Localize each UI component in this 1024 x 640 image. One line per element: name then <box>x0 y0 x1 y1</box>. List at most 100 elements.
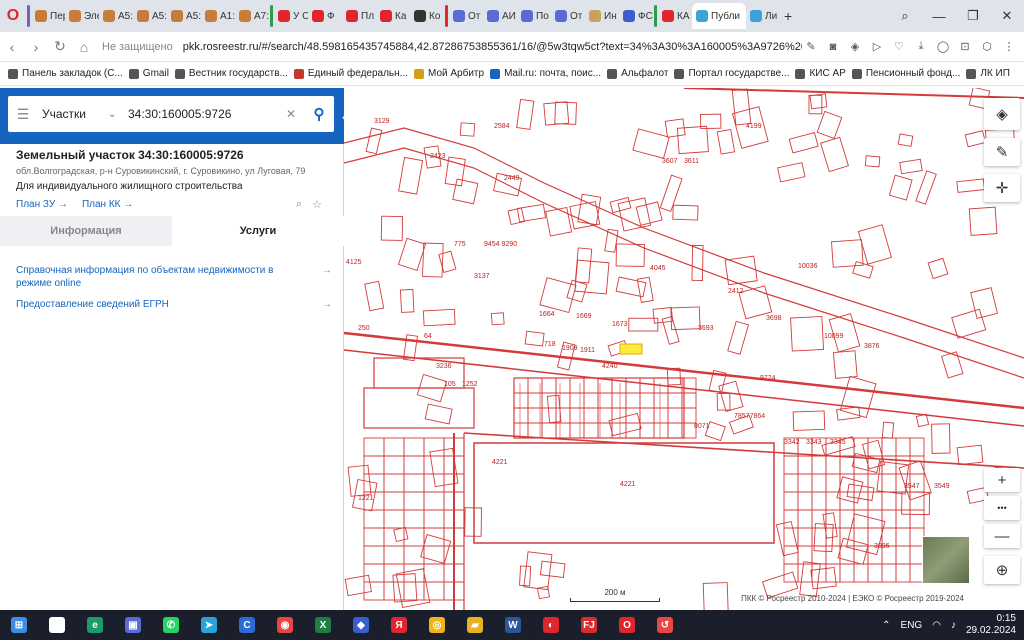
map-parcel[interactable] <box>797 509 813 529</box>
tab-services[interactable]: Услуги <box>172 216 344 246</box>
map-parcel[interactable] <box>625 392 641 409</box>
back-icon[interactable]: ‹ <box>0 39 24 55</box>
map-parcel[interactable] <box>583 422 599 439</box>
volume-icon[interactable]: ♪ <box>951 620 956 631</box>
map-parcel[interactable] <box>541 422 557 439</box>
map-parcel[interactable] <box>399 288 415 313</box>
map-parcel[interactable] <box>853 491 869 511</box>
map-parcel[interactable] <box>825 563 841 583</box>
map-parcel[interactable] <box>691 244 704 281</box>
map-parcel[interactable] <box>403 473 425 493</box>
bookmark-item[interactable]: Gmail <box>128 68 169 79</box>
map-parcel[interactable] <box>583 377 599 394</box>
map-parcel[interactable] <box>444 156 466 187</box>
bookmark-item[interactable]: Мой Арбитр <box>414 68 484 79</box>
map-parcel[interactable] <box>625 377 641 394</box>
map-parcel[interactable] <box>809 93 828 110</box>
map-parcel[interactable] <box>569 422 585 439</box>
map-parcel[interactable] <box>799 561 821 597</box>
zoom-out-button[interactable]: — <box>984 524 1020 548</box>
browser-tab[interactable]: Ко <box>410 3 444 29</box>
map-parcel[interactable] <box>881 473 897 493</box>
map-parcel[interactable] <box>836 476 864 504</box>
map-parcel[interactable] <box>727 320 750 355</box>
map-parcel[interactable] <box>423 455 445 475</box>
map-parcel[interactable] <box>797 563 813 583</box>
map-parcel[interactable] <box>831 239 864 268</box>
plan-zu-link[interactable]: План ЗУ → <box>16 199 68 210</box>
browser-tab[interactable]: АИ <box>483 3 517 29</box>
clock[interactable]: 0:15 29.02.2024 <box>966 613 1016 637</box>
map-parcel[interactable] <box>788 131 819 154</box>
map-parcel[interactable] <box>516 203 547 223</box>
map-parcel[interactable] <box>539 560 566 579</box>
map-parcel[interactable] <box>424 403 453 425</box>
map-parcel[interactable] <box>403 563 425 583</box>
map-parcel[interactable] <box>915 413 930 428</box>
map-parcel[interactable] <box>653 392 669 409</box>
map-parcel[interactable] <box>611 392 627 409</box>
forward-icon[interactable]: › <box>24 39 48 55</box>
map-parcel[interactable] <box>895 563 911 583</box>
browser-tab[interactable]: КА <box>658 3 692 29</box>
map-parcel[interactable] <box>383 509 405 529</box>
profile-icon[interactable]: ◯ <box>934 40 952 53</box>
map-parcel[interactable] <box>569 392 585 409</box>
map-parcel[interactable] <box>541 377 557 394</box>
map-parcel[interactable] <box>797 491 813 511</box>
map-parcel[interactable] <box>507 207 525 226</box>
edge-icon[interactable]: e <box>76 610 114 640</box>
map-parcel[interactable] <box>583 392 599 409</box>
map-parcel[interactable] <box>839 375 877 419</box>
map-parcel[interactable] <box>459 122 476 137</box>
map-parcel[interactable] <box>403 437 425 457</box>
map-parcel[interactable] <box>383 491 405 511</box>
ruler-icon[interactable]: ✎ <box>984 138 1020 166</box>
map-parcel[interactable] <box>825 473 841 493</box>
map-parcel[interactable] <box>574 259 610 295</box>
zoom-in-button[interactable]: + <box>984 468 1020 492</box>
map-parcel[interactable] <box>895 437 911 457</box>
heart-icon[interactable]: ♡ <box>890 40 908 53</box>
map-parcel[interactable] <box>615 276 647 298</box>
map-parcel[interactable] <box>615 243 645 267</box>
map-parcel[interactable] <box>909 437 925 457</box>
map-parcel[interactable] <box>915 170 937 205</box>
wifi-icon[interactable]: ◠ <box>932 620 941 631</box>
map-parcel[interactable] <box>543 101 570 126</box>
browser-tab[interactable]: ФС <box>619 3 653 29</box>
map-parcel[interactable] <box>702 582 729 610</box>
map-parcel[interactable] <box>839 455 855 475</box>
map-parcel[interactable] <box>811 473 827 493</box>
map-parcel[interactable] <box>363 545 385 565</box>
map-parcel[interactable] <box>364 280 385 312</box>
camera-icon[interactable]: ◙ <box>824 41 842 53</box>
browser-tab[interactable]: А1: <box>201 3 235 29</box>
map-parcel[interactable] <box>822 512 838 539</box>
bookmark-item[interactable]: ЛК ИП <box>966 68 1010 79</box>
plan-kk-link[interactable]: План КК → <box>82 199 133 210</box>
map-parcel[interactable] <box>423 491 445 511</box>
browser-tab[interactable]: Пл <box>342 3 376 29</box>
search-icon[interactable]: ⚲ <box>304 105 334 123</box>
map-parcel[interactable] <box>546 394 562 424</box>
restore-icon[interactable]: ❐ <box>956 8 990 24</box>
opera-icon[interactable]: O <box>608 610 646 640</box>
crosshair-icon[interactable]: ✛ <box>984 174 1020 202</box>
map-parcel[interactable] <box>899 158 923 175</box>
map-parcel[interactable] <box>777 162 806 183</box>
browser-tab[interactable]: Ин <box>585 3 619 29</box>
excel-icon[interactable]: X <box>304 610 342 640</box>
map-parcel[interactable] <box>398 156 424 195</box>
map-parcel[interactable] <box>839 563 855 583</box>
anydesk-icon[interactable]: ◐ <box>532 610 570 640</box>
telegram-icon[interactable]: ➤ <box>190 610 228 640</box>
map-parcel[interactable] <box>810 566 837 590</box>
map-parcel[interactable] <box>783 491 799 511</box>
satellite-minimap[interactable] <box>922 536 970 584</box>
map-parcel[interactable] <box>931 423 951 454</box>
map-parcel[interactable] <box>555 422 571 439</box>
map-parcel[interactable] <box>555 407 571 424</box>
browser-tab[interactable]: Ф <box>308 3 342 29</box>
map-parcel[interactable] <box>397 237 427 271</box>
